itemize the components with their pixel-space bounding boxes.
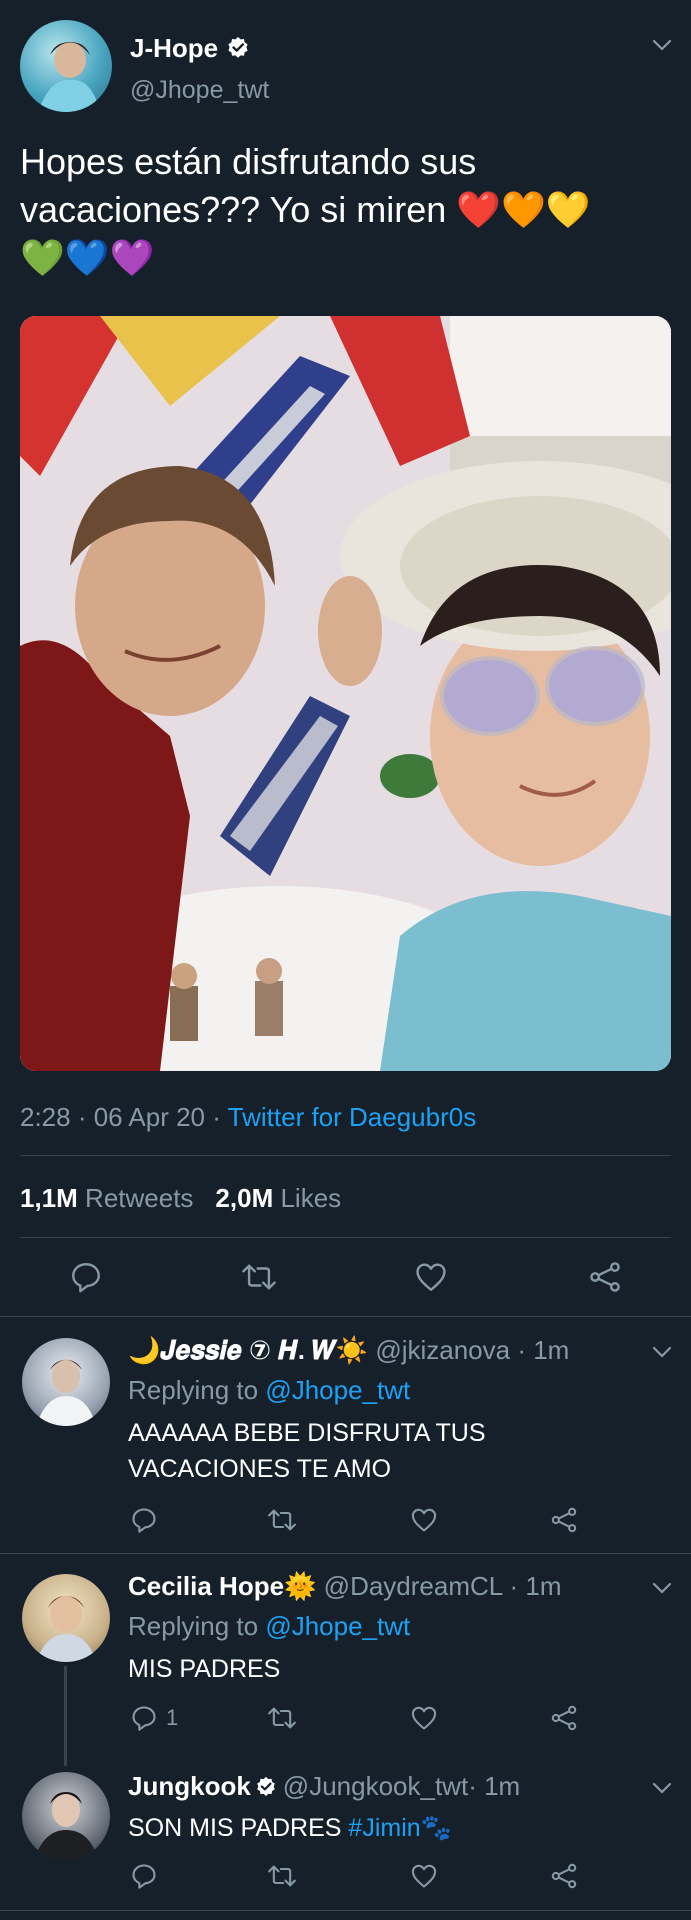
replying-to-prefix: Replying to bbox=[128, 1375, 266, 1405]
likes-count: 2,0M bbox=[215, 1183, 274, 1213]
likes-label: Likes bbox=[273, 1183, 342, 1213]
like-heart-icon[interactable] bbox=[410, 1506, 438, 1534]
reply-icon[interactable] bbox=[130, 1506, 158, 1534]
divider bbox=[0, 1910, 691, 1911]
reply-text: AAAAAA BEBE DISFRUTA TUS VACACIONES TE A… bbox=[128, 1415, 486, 1487]
chevron-down-icon[interactable] bbox=[650, 1576, 674, 1600]
reply-text: MIS PADRES bbox=[128, 1651, 280, 1687]
avatar-photo bbox=[34, 1792, 98, 1860]
reply-text: SON MIS PADRES #Jimin🐾 bbox=[128, 1810, 452, 1846]
reply-text-prefix: SON MIS PADRES bbox=[128, 1814, 349, 1842]
chevron-down-icon[interactable] bbox=[650, 1340, 674, 1364]
verified-badge-icon bbox=[226, 36, 250, 60]
retweet-icon[interactable] bbox=[266, 1704, 298, 1732]
author-name-row: J-Hope bbox=[130, 31, 250, 65]
share-icon[interactable] bbox=[550, 1862, 578, 1890]
like-heart-icon[interactable] bbox=[414, 1260, 448, 1294]
reply-count: 1 bbox=[166, 1705, 179, 1730]
retweet-icon[interactable] bbox=[240, 1260, 278, 1294]
verified-badge-icon bbox=[255, 1776, 277, 1798]
reply-author-name[interactable]: Jungkook bbox=[128, 1771, 251, 1802]
replying-to-handle[interactable]: @Jhope_twt bbox=[265, 1611, 410, 1641]
reply-timestamp: · 1m bbox=[510, 1335, 570, 1365]
divider bbox=[20, 1155, 671, 1156]
tweet-stats: 1,1M Retweets 2,0M Likes bbox=[20, 1183, 341, 1214]
avatar-photo bbox=[36, 1359, 96, 1426]
divider bbox=[20, 1237, 671, 1238]
retweets-count: 1,1M bbox=[20, 1183, 78, 1213]
retweets-stat[interactable]: 1,1M Retweets bbox=[20, 1183, 193, 1214]
reply-action[interactable]: 1 bbox=[130, 1704, 178, 1732]
reply-author-handle[interactable]: @Jungkook_twt bbox=[283, 1771, 468, 1802]
reply-icon[interactable] bbox=[130, 1862, 158, 1890]
thread-line bbox=[64, 1666, 67, 1766]
tweet-photo[interactable] bbox=[20, 316, 671, 1071]
reply-header: Jungkook @Jungkook_twt · 1m bbox=[128, 1771, 520, 1802]
author-avatar[interactable] bbox=[20, 20, 112, 112]
like-heart-icon[interactable] bbox=[410, 1704, 438, 1732]
reply-header: Cecilia Hope🌞 @DaydreamCL · 1m bbox=[128, 1571, 562, 1602]
share-icon[interactable] bbox=[550, 1704, 578, 1732]
replying-to-prefix: Replying to bbox=[128, 1611, 266, 1641]
replying-to-handle[interactable]: @Jhope_twt bbox=[265, 1375, 410, 1405]
retweet-icon[interactable] bbox=[266, 1862, 298, 1890]
reply-avatar[interactable] bbox=[22, 1772, 110, 1860]
share-icon[interactable] bbox=[550, 1506, 578, 1534]
tweet-text-line: vacaciones??? Yo si miren ❤️🧡💛 bbox=[20, 189, 591, 230]
avatar-photo bbox=[38, 42, 100, 112]
reply-avatar[interactable] bbox=[22, 1574, 110, 1662]
reply-author-handle[interactable]: @jkizanova bbox=[375, 1335, 510, 1365]
tweet-text-line: Hopes están disfrutando sus bbox=[20, 141, 477, 182]
retweet-icon[interactable] bbox=[266, 1506, 298, 1534]
reply-text-line: MIS PADRES bbox=[128, 1655, 281, 1683]
reply-author-name[interactable]: Cecilia Hope🌞 bbox=[128, 1571, 316, 1601]
reply-header: 🌙𝑱𝒆𝒔𝒔𝒊𝒆 ⑦ 𝑯. 𝑾☀️ @jkizanova · 1m bbox=[128, 1335, 569, 1367]
avatar-photo bbox=[36, 1596, 96, 1662]
author-handle[interactable]: @Jhope_twt bbox=[130, 76, 269, 105]
reply-timestamp: · 1m bbox=[502, 1571, 562, 1601]
author-name[interactable]: J-Hope bbox=[130, 33, 218, 64]
reply-text-suffix: 🐾 bbox=[420, 1814, 452, 1842]
chevron-down-icon[interactable] bbox=[650, 33, 674, 57]
retweets-label: Retweets bbox=[77, 1183, 194, 1213]
hashtag-link[interactable]: #Jimin bbox=[348, 1814, 420, 1842]
divider bbox=[0, 1316, 691, 1317]
divider bbox=[0, 1553, 691, 1554]
tweet-source-link[interactable]: Twitter for Daegubr0s bbox=[228, 1102, 477, 1132]
reply-avatar[interactable] bbox=[22, 1338, 110, 1426]
likes-stat[interactable]: 2,0M Likes bbox=[215, 1183, 341, 1214]
replying-to: Replying to @Jhope_twt bbox=[128, 1611, 410, 1642]
chevron-down-icon[interactable] bbox=[650, 1776, 674, 1800]
reply-icon[interactable] bbox=[69, 1260, 103, 1294]
photo-illustration bbox=[20, 316, 671, 1071]
reply-icon bbox=[130, 1704, 158, 1732]
tweet-meta: 2:28 · 06 Apr 20 · Twitter for Daegubr0s bbox=[20, 1102, 476, 1133]
reply-timestamp: · 1m bbox=[468, 1771, 521, 1801]
replying-to: Replying to @Jhope_twt bbox=[128, 1375, 410, 1406]
reply-author-name[interactable]: 🌙𝑱𝒆𝒔𝒔𝒊𝒆 ⑦ 𝑯. 𝑾☀️ bbox=[128, 1335, 368, 1365]
share-icon[interactable] bbox=[588, 1260, 622, 1294]
reply-text-line: AAAAAA BEBE DISFRUTA TUS bbox=[128, 1419, 486, 1447]
like-heart-icon[interactable] bbox=[410, 1862, 438, 1890]
reply-author-handle[interactable]: @DaydreamCL bbox=[324, 1571, 503, 1601]
tweet-timestamp[interactable]: 2:28 · 06 Apr 20 · bbox=[20, 1102, 228, 1132]
reply-text-line: VACACIONES TE AMO bbox=[128, 1455, 392, 1483]
tweet-text: Hopes están disfrutando sus vacaciones??… bbox=[20, 138, 670, 282]
tweet-text-line: 💚💙💜 bbox=[20, 237, 155, 278]
